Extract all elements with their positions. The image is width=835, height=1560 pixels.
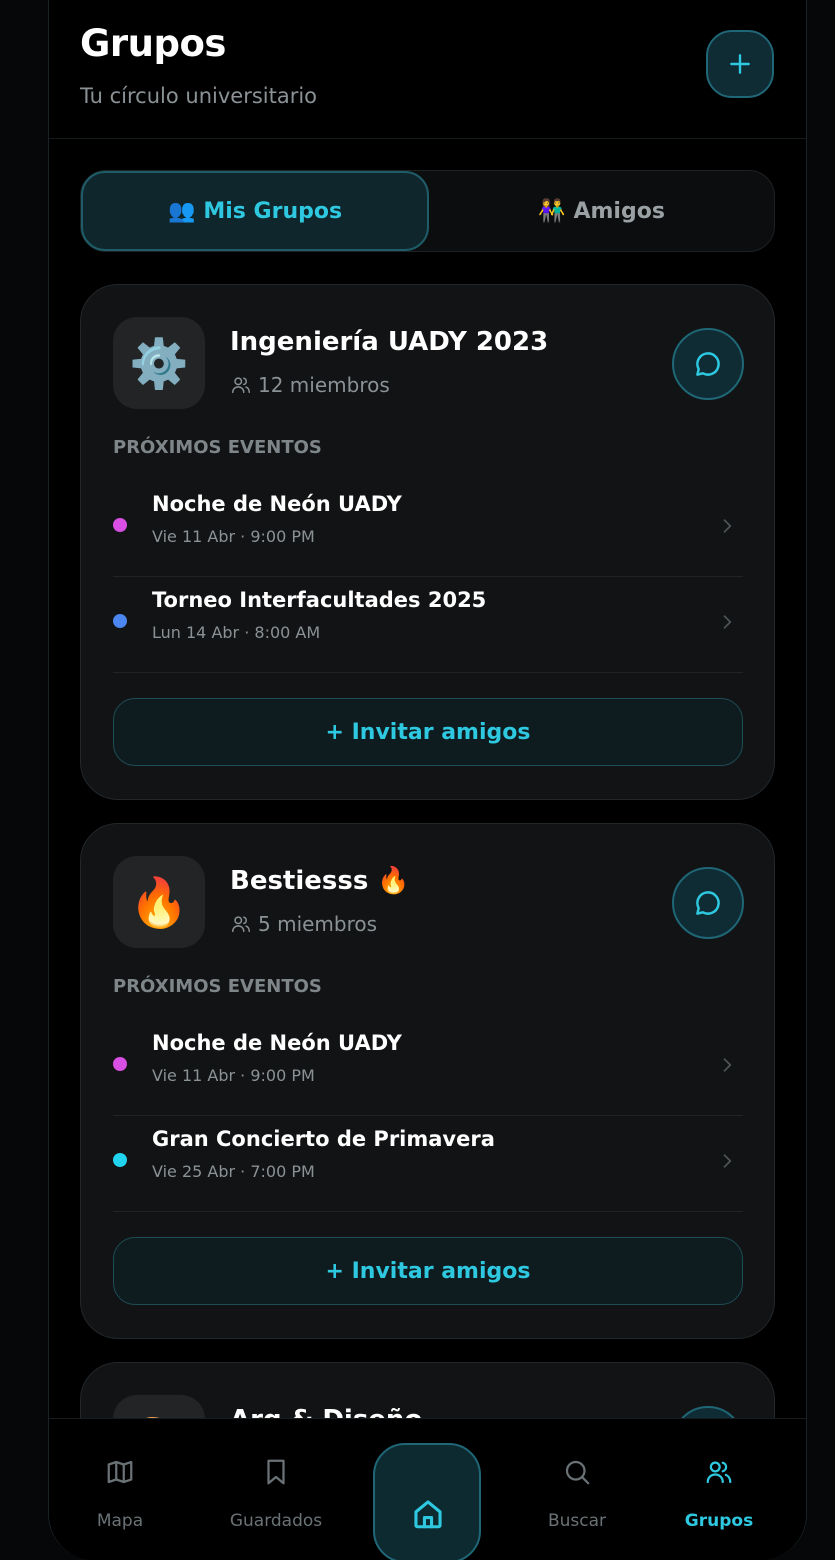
members-count: 5 miembros bbox=[258, 912, 378, 936]
event-date: Vie 11 Abr · 9:00 PM bbox=[152, 527, 315, 546]
group-name: Ingeniería UADY 2023 bbox=[230, 327, 549, 357]
event-row[interactable]: Noche de Neón UADY Vie 11 Abr · 9:00 PM bbox=[113, 480, 743, 577]
nav-item-mapa[interactable]: Mapa bbox=[65, 1419, 175, 1549]
event-row[interactable]: Gran Concierto de Primavera Vie 25 Abr ·… bbox=[113, 1115, 743, 1212]
nav-home-button[interactable] bbox=[373, 1443, 481, 1560]
tab-label: Mis Grupos bbox=[203, 198, 343, 224]
nav-label: Guardados bbox=[229, 1511, 323, 1531]
members-count: 12 miembros bbox=[258, 373, 390, 397]
tab-label: Amigos bbox=[573, 198, 665, 224]
bookmark-icon bbox=[267, 1459, 285, 1485]
event-row[interactable]: Torneo Interfacultades 2025 Lun 14 Abr ·… bbox=[113, 576, 743, 673]
map-icon bbox=[107, 1460, 133, 1484]
home-icon bbox=[414, 1500, 442, 1529]
groups-emoji-icon: 👥 bbox=[167, 198, 196, 224]
page-title: Grupos bbox=[80, 22, 226, 65]
create-group-button[interactable] bbox=[706, 30, 774, 98]
group-card: 🔥 Bestiesss 🔥 5 miembros PRÓXIMOS EVENTO… bbox=[80, 823, 775, 1339]
users-icon bbox=[232, 377, 250, 394]
event-date: Lun 14 Abr · 8:00 AM bbox=[152, 623, 321, 642]
group-chat-button[interactable] bbox=[672, 328, 744, 400]
header: Grupos Tu círculo universitario bbox=[49, 0, 806, 139]
chat-bubble-icon bbox=[696, 352, 720, 376]
nav-label: Buscar bbox=[547, 1511, 607, 1531]
group-members: 12 miembros bbox=[230, 373, 390, 397]
nav-item-buscar[interactable]: Buscar bbox=[522, 1419, 632, 1549]
bottom-nav: Mapa Guardados Buscar Grupos bbox=[49, 1418, 806, 1560]
event-color-dot bbox=[113, 614, 127, 628]
event-name: Torneo Interfacultades 2025 bbox=[152, 588, 487, 612]
event-name: Noche de Neón UADY bbox=[152, 1031, 402, 1055]
event-name: Noche de Neón UADY bbox=[152, 492, 402, 516]
page-subtitle: Tu círculo universitario bbox=[80, 84, 318, 108]
event-row[interactable]: Noche de Neón UADY Vie 11 Abr · 9:00 PM bbox=[113, 1019, 743, 1116]
search-icon bbox=[565, 1460, 590, 1485]
nav-label: Grupos bbox=[684, 1511, 754, 1531]
chevron-right-icon bbox=[723, 1058, 732, 1072]
group-chat-button[interactable] bbox=[672, 867, 744, 939]
event-color-dot bbox=[113, 518, 127, 532]
chevron-right-icon bbox=[723, 1154, 732, 1168]
nav-item-guardados[interactable]: Guardados bbox=[221, 1419, 331, 1549]
invite-friends-button[interactable]: + Invitar amigos bbox=[113, 1237, 743, 1305]
event-name: Gran Concierto de Primavera bbox=[152, 1127, 495, 1151]
group-card: ⚙️ Ingeniería UADY 2023 12 miembros PRÓX… bbox=[80, 284, 775, 800]
group-name: Bestiesss 🔥 bbox=[230, 866, 410, 896]
chevron-right-icon bbox=[723, 615, 732, 629]
friends-emoji-icon: 👫 bbox=[538, 198, 566, 224]
section-label: PRÓXIMOS EVENTOS bbox=[113, 976, 322, 997]
group-members: 5 miembros bbox=[230, 912, 377, 936]
chat-bubble-icon bbox=[696, 891, 720, 915]
tab-amigos[interactable]: 👫 Amigos bbox=[429, 171, 774, 251]
plus-icon bbox=[730, 54, 750, 74]
gear-icon: ⚙️ bbox=[129, 335, 189, 392]
event-date: Vie 25 Abr · 7:00 PM bbox=[152, 1162, 315, 1181]
group-avatar: ⚙️ bbox=[113, 317, 205, 409]
segmented-tabs: 👥 Mis Grupos 👫 Amigos bbox=[80, 170, 775, 252]
fire-icon: 🔥 bbox=[129, 874, 189, 931]
nav-label: Mapa bbox=[96, 1511, 144, 1531]
app-screen: Grupos Tu círculo universitario 👥 Mis Gr… bbox=[48, 0, 807, 1560]
users-icon bbox=[232, 916, 250, 933]
users-icon bbox=[706, 1461, 732, 1484]
invite-friends-button[interactable]: + Invitar amigos bbox=[113, 698, 743, 766]
nav-item-grupos[interactable]: Grupos bbox=[664, 1419, 774, 1549]
event-color-dot bbox=[113, 1153, 127, 1167]
chevron-right-icon bbox=[723, 519, 732, 533]
section-label: PRÓXIMOS EVENTOS bbox=[113, 437, 322, 458]
group-avatar: 🔥 bbox=[113, 856, 205, 948]
event-date: Vie 11 Abr · 9:00 PM bbox=[152, 1066, 315, 1085]
event-color-dot bbox=[113, 1057, 127, 1071]
tab-mis-grupos[interactable]: 👥 Mis Grupos bbox=[81, 171, 429, 251]
